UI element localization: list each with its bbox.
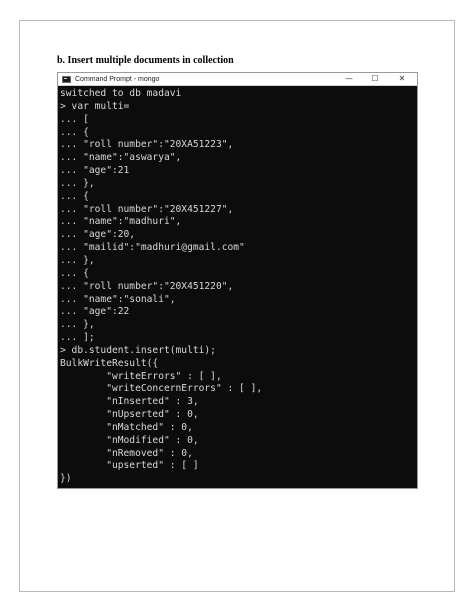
maximize-button[interactable]: ☐ — [363, 73, 387, 85]
section-heading: b. Insert multiple documents in collecti… — [57, 55, 234, 66]
terminal-line: ... "age":21 — [60, 165, 130, 177]
terminal-line: switched to db madavi — [60, 88, 182, 99]
terminal-line: ... "name":"madhuri", — [60, 216, 182, 228]
cmd-app-icon — [62, 76, 71, 83]
minimize-button[interactable]: — — [337, 73, 361, 85]
terminal-line: "nUpserted" : 0, — [60, 409, 199, 421]
terminal-line: ... "age":22 — [60, 306, 130, 318]
terminal-line: }) — [60, 473, 72, 485]
terminal-line: "writeErrors" : [ ], — [60, 370, 222, 382]
terminal-output[interactable]: switched to db madavi > var multi=... [..… — [60, 88, 415, 486]
close-button[interactable]: ✕ — [390, 73, 414, 85]
command-prompt-window: Command Prompt - mongo — ☐ ✕ switched to… — [57, 72, 418, 489]
terminal-line: ... "mailid":"madhuri@gmail.com" — [60, 242, 245, 254]
terminal-line: "upserted" : [ ] — [60, 460, 199, 472]
terminal-line: "nRemoved" : 0, — [60, 447, 193, 459]
terminal-line: BulkWriteResult({ — [60, 357, 159, 369]
terminal-line: > db.student.insert(multi); — [60, 344, 216, 356]
terminal-line: "nMatched" : 0, — [60, 421, 193, 433]
terminal-line: > var multi= — [60, 100, 130, 112]
terminal-line: ... [ — [60, 113, 89, 125]
terminal-line: ... "name":"sonali", — [60, 293, 176, 305]
terminal-line: "nModified" : 0, — [60, 434, 199, 446]
window-titlebar[interactable]: Command Prompt - mongo — ☐ ✕ — [58, 73, 417, 86]
terminal-line: ... "roll number":"20XA51223", — [60, 139, 234, 151]
terminal-line: ... }, — [60, 319, 95, 331]
terminal-line: ... "roll number":"20X451227", — [60, 203, 234, 215]
terminal-line: ... { — [60, 190, 89, 202]
terminal-line: ... "age":20, — [60, 229, 136, 241]
terminal-line: ... }, — [60, 254, 95, 266]
terminal-line: ... }, — [60, 177, 95, 189]
window-title: Command Prompt - mongo — [75, 76, 160, 83]
terminal-line: ... "name":"aswarya", — [60, 152, 182, 164]
terminal-line: ... ]; — [60, 332, 95, 344]
terminal-line: ... { — [60, 267, 89, 279]
terminal-line: "writeConcernErrors" : [ ], — [60, 383, 263, 395]
terminal-line: ... "roll number":"20X451220", — [60, 280, 234, 292]
terminal-line: "nInserted" : 3, — [60, 396, 199, 408]
terminal-line: ... { — [60, 126, 89, 138]
